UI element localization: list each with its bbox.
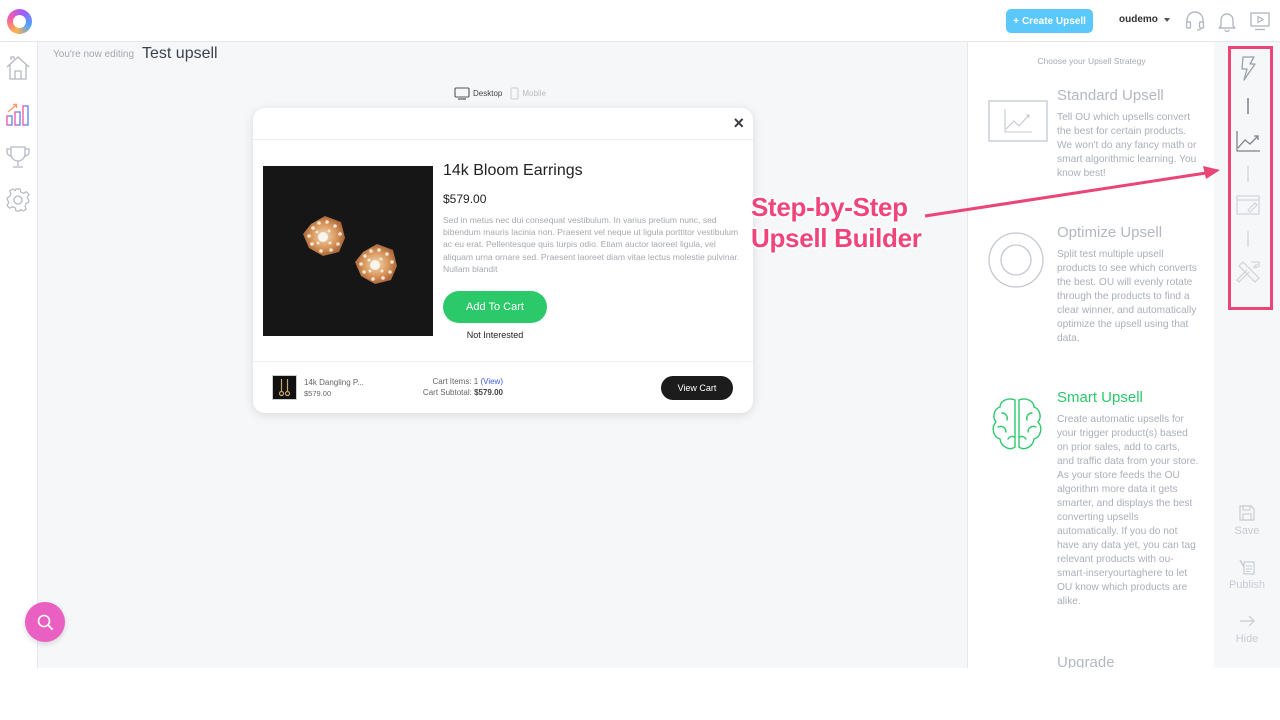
mobile-label: Mobile [522,89,546,98]
device-mobile-tab[interactable]: Mobile [510,87,546,100]
add-to-cart-button[interactable]: Add To Cart [443,291,547,323]
bell-icon[interactable] [1216,10,1238,32]
gear-icon[interactable] [5,187,31,213]
desktop-icon [454,87,470,100]
annotation-callout: Step-by-Step Upsell Builder [751,192,922,254]
tools-icon[interactable] [1235,260,1261,286]
strategy-title: Standard Upsell [1057,87,1164,104]
lightning-icon[interactable] [1235,55,1261,81]
save-label: Save [1234,525,1260,537]
step-connector [1247,231,1249,247]
create-upsell-button[interactable]: + Create Upsell [1006,9,1093,33]
bar-chart-icon[interactable] [5,101,31,127]
publish-label: Publish [1228,579,1266,591]
strategy-title: Optimize Upsell [1057,224,1163,241]
device-desktop-tab[interactable]: Desktop [454,87,502,100]
strategy-title: Smart Upsell [1057,389,1143,406]
publish-icon [1239,559,1255,575]
home-icon[interactable] [5,55,31,81]
cart-item-name: 14k Dangling P... [304,378,364,387]
save-button[interactable]: Save [1214,504,1280,537]
step-rail: Save Publish Hide [1214,42,1280,668]
top-bar: + Create Upsell oudemo [0,0,1280,42]
cart-items-label: Cart Items: 1 [432,377,479,386]
product-title: 14k Bloom Earrings [443,162,583,179]
headset-icon[interactable] [1184,10,1206,32]
desktop-label: Desktop [473,89,503,98]
video-tutorial-icon[interactable] [1249,10,1271,32]
strategy-option-smart[interactable]: Smart Upsell Create automatic upsells fo… [968,389,1214,629]
annotation-line-2: Upsell Builder [751,223,922,253]
strategy-panel: Choose your Upsell Strategy Standard Ups… [967,42,1214,668]
view-cart-items-link[interactable]: (View) [480,377,503,386]
username: oudemo [1119,14,1158,25]
strategy-description: Tell OU which upsells convert the best f… [1057,112,1197,179]
save-icon [1239,505,1255,521]
step-connector [1247,98,1249,114]
strategy-heading: Choose your Upsell Strategy [1037,56,1146,66]
earrings-image [303,216,397,284]
brain-icon [992,398,1042,450]
left-sidebar [0,42,38,668]
search-icon [37,614,53,630]
logo[interactable] [7,9,32,34]
popup-header: × [253,108,753,140]
plus-icon: + [1013,15,1019,27]
hide-panel-button[interactable]: Hide [1214,612,1280,645]
hide-label: Hide [1235,633,1259,645]
cart-item-price: $579.00 [304,389,332,398]
product-image [263,166,433,336]
cart-summary: 14k Dangling P... $579.00 Cart Items: 1 … [253,361,753,413]
cart-items-count: Cart Items: 1 (View) [403,377,503,386]
chevron-down-icon [1163,17,1170,22]
strategy-description: Create automatic upsells for your trigge… [1057,414,1199,607]
arrow-right-icon [1240,615,1255,627]
annotation-line-1: Step-by-Step [751,192,908,222]
create-upsell-label: Create Upsell [1021,15,1086,27]
cart-subtotal-value: $579.00 [474,388,503,397]
mobile-icon [510,87,519,100]
line-chart-icon [988,100,1048,142]
upgrade-icon [988,663,1048,668]
strategy-title: Upgrade [1057,654,1115,668]
cart-item-thumbnail [272,375,297,400]
not-interested-link[interactable]: Not Interested [443,330,547,340]
editor-canvas: You're now editing Test upsell Desktop M… [38,42,967,668]
design-canvas-icon[interactable] [1235,192,1261,218]
user-menu[interactable]: oudemo [1119,14,1170,25]
app: + Create Upsell oudemo You're now editin… [0,0,1280,668]
step-connector [1247,166,1249,182]
strategy-description: Split test multiple upsell products to s… [1057,249,1197,344]
dangling-earrings-image [278,379,291,397]
publish-button[interactable]: Publish [1214,558,1280,591]
strategy-option-standard[interactable]: Standard Upsell Tell OU which upsells co… [968,87,1214,207]
cart-subtotal-label: Cart Subtotal: [422,388,472,397]
strategy-option-optimize[interactable]: Optimize Upsell Split test multiple upse… [968,224,1214,364]
line-chart-icon[interactable] [1235,128,1261,154]
view-cart-button[interactable]: View Cart [661,376,733,400]
trophy-icon[interactable] [5,144,31,170]
device-toggle: Desktop Mobile [454,87,546,100]
upsell-popup-preview: × 14k Bloom Earrings $579.00 Sed in metu… [253,108,753,413]
search-fab[interactable] [25,602,65,642]
target-circle-icon [988,232,1044,288]
product-price: $579.00 [443,192,487,206]
cart-subtotal: Cart Subtotal: $579.00 [383,388,503,397]
product-description: Sed in metus nec dui consequat vestibulu… [443,215,740,274]
strategy-option-upgrade[interactable]: Upgrade [968,654,1214,668]
editing-label: You're now editing [53,49,135,60]
upsell-title[interactable]: Test upsell [142,45,218,63]
close-icon[interactable]: × [733,114,744,132]
